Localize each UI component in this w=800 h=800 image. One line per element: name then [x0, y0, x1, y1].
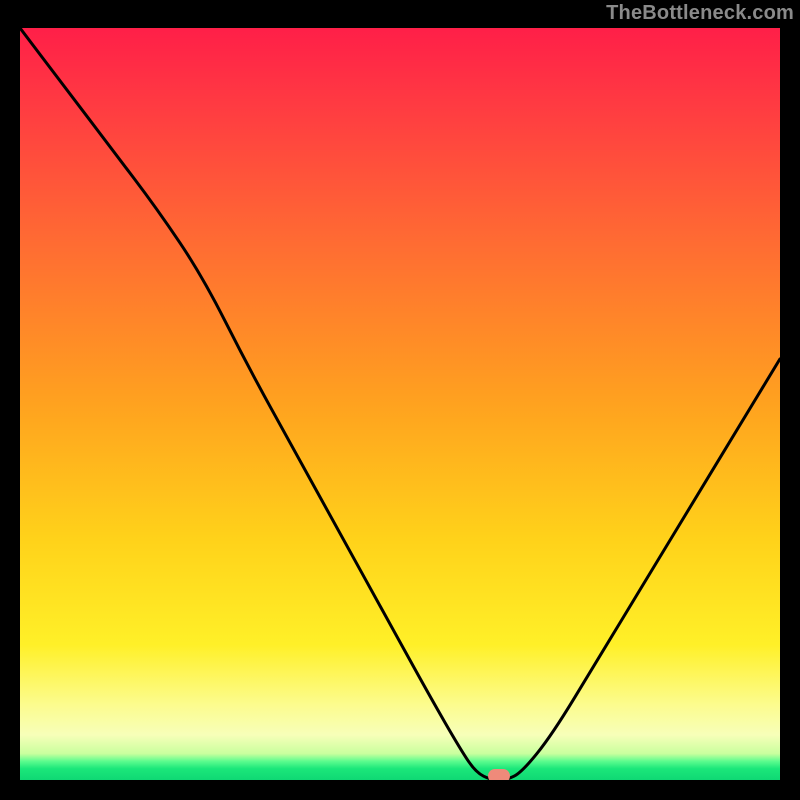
plot-area	[20, 28, 780, 780]
watermark-text: TheBottleneck.com	[606, 2, 794, 25]
bottleneck-curve	[20, 28, 780, 780]
chart-frame: TheBottleneck.com	[0, 0, 800, 800]
optimum-marker	[488, 769, 510, 780]
